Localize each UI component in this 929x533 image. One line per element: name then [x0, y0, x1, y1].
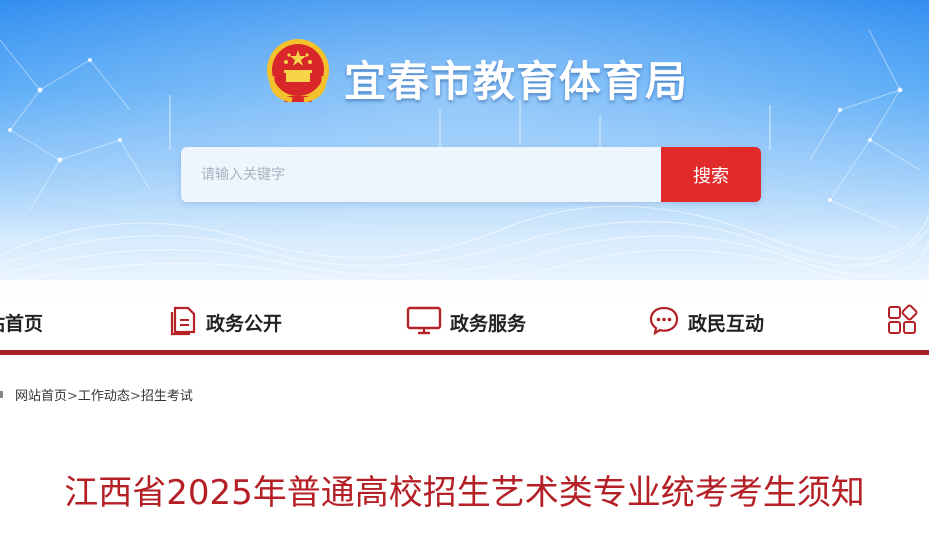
nav-item-label: 政民互动	[688, 312, 765, 335]
chat-icon	[648, 304, 680, 340]
main-nav: 站首页 政务公开 政务服务	[0, 300, 929, 352]
nav-item-government-affairs[interactable]: 政务公开	[170, 300, 282, 344]
nav-item-label: 站首页	[0, 312, 44, 335]
search-bar: 搜索	[181, 147, 761, 202]
breadcrumb-work-news[interactable]: 工作动态	[78, 389, 130, 404]
breadcrumb-separator: >	[67, 389, 78, 404]
page: 宜春市教育体育局 搜索 站首页 政务公开	[0, 0, 929, 533]
header-banner: 宜春市教育体育局 搜索	[0, 0, 929, 300]
search-button[interactable]: 搜索	[661, 147, 761, 202]
search-input[interactable]	[181, 147, 661, 202]
breadcrumb-admissions[interactable]: 招生考试	[141, 389, 193, 404]
breadcrumb-marker	[0, 391, 3, 398]
nav-item-home[interactable]: 站首页	[0, 300, 43, 344]
breadcrumb: 网站首页>工作动态>招生考试	[15, 385, 193, 404]
nav-item-label: 政务公开	[206, 312, 283, 335]
national-emblem-icon	[267, 39, 329, 103]
site-title: 宜春市教育体育局	[344, 57, 689, 106]
breadcrumb-separator: >	[129, 389, 141, 404]
nav-item-more[interactable]	[886, 300, 926, 344]
grid-icon	[886, 304, 918, 340]
breadcrumb-home[interactable]: 网站首页	[15, 389, 67, 404]
nav-item-government-services[interactable]: 政务服务	[406, 300, 526, 344]
article-title: 江西省2025年普通高校招生艺术类专业统考考生须知	[64, 473, 865, 513]
nav-item-label: 政务服务	[450, 312, 527, 335]
document-icon	[170, 304, 198, 340]
nav-item-interaction[interactable]: 政民互动	[648, 300, 764, 344]
monitor-icon	[406, 304, 442, 340]
nav-divider	[0, 350, 929, 355]
